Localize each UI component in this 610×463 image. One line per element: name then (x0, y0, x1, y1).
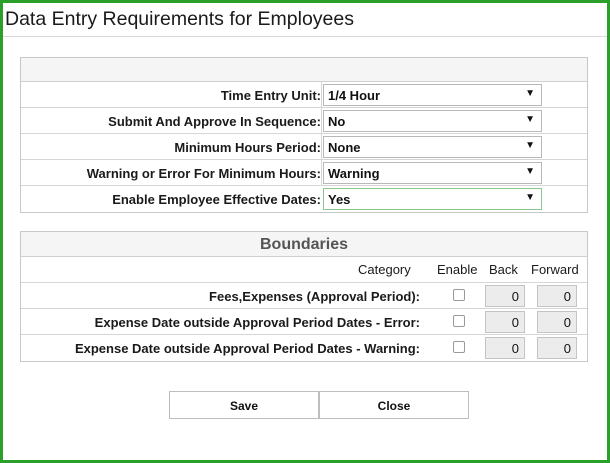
back-input[interactable]: 0 (485, 311, 525, 333)
column-divider (321, 160, 322, 185)
time-entry-unit-select[interactable]: 1/4 Hour ▼ (323, 84, 542, 106)
back-input[interactable]: 0 (485, 285, 525, 307)
effective-dates-label: Enable Employee Effective Dates: (112, 192, 321, 207)
save-button[interactable]: Save (169, 391, 319, 419)
back-input[interactable]: 0 (485, 337, 525, 359)
close-button[interactable]: Close (319, 391, 469, 419)
column-divider (321, 134, 322, 159)
time-entry-unit-label: Time Entry Unit: (220, 88, 321, 103)
boundaries-title: Boundaries (21, 232, 587, 257)
forward-input[interactable]: 0 (537, 311, 577, 333)
warning-error-label: Warning or Error For Minimum Hours: (86, 166, 321, 181)
chevron-down-icon: ▼ (525, 166, 535, 177)
chevron-down-icon: ▼ (525, 114, 535, 125)
submit-approve-value: No (328, 114, 346, 129)
chevron-down-icon: ▼ (525, 88, 535, 99)
forward-header: Forward (531, 262, 579, 277)
forward-input[interactable]: 0 (537, 337, 577, 359)
boundary-label: Expense Date outside Approval Period Dat… (74, 341, 420, 356)
enable-checkbox[interactable] (453, 315, 465, 327)
effective-dates-select[interactable]: Yes ▼ (323, 188, 542, 210)
enable-checkbox[interactable] (453, 289, 465, 301)
minimum-hours-period-value: None (328, 140, 361, 155)
submit-approve-select[interactable]: No ▼ (323, 110, 542, 132)
settings-row-minimum-hours-period: Minimum Hours Period: None ▼ (21, 134, 587, 160)
settings-row-warning-error: Warning or Error For Minimum Hours: Warn… (21, 160, 587, 186)
title-divider (3, 36, 607, 37)
boundary-label: Expense Date outside Approval Period Dat… (94, 315, 420, 330)
boundaries-panel: Boundaries Category Enable Back Forward … (20, 231, 588, 362)
boundaries-header-row: Category Enable Back Forward (21, 257, 587, 283)
boundary-row-expense-error: Expense Date outside Approval Period Dat… (21, 309, 587, 335)
dialog-title: Data Entry Requirements for Employees (5, 8, 354, 30)
column-divider (321, 82, 322, 107)
enable-checkbox[interactable] (453, 341, 465, 353)
time-entry-unit-value: 1/4 Hour (328, 88, 381, 103)
boundary-row-fees-expenses: Fees,Expenses (Approval Period): 0 0 (21, 283, 587, 309)
back-header: Back (489, 262, 518, 277)
boundary-row-expense-warning: Expense Date outside Approval Period Dat… (21, 335, 587, 361)
settings-panel-header (21, 58, 587, 82)
warning-error-select[interactable]: Warning ▼ (323, 162, 542, 184)
chevron-down-icon: ▼ (525, 192, 535, 203)
minimum-hours-period-select[interactable]: None ▼ (323, 136, 542, 158)
settings-row-submit-approve: Submit And Approve In Sequence: No ▼ (21, 108, 587, 134)
column-divider (321, 108, 322, 133)
boundary-label: Fees,Expenses (Approval Period): (209, 289, 420, 304)
forward-input[interactable]: 0 (537, 285, 577, 307)
settings-row-time-entry-unit: Time Entry Unit: 1/4 Hour ▼ (21, 82, 587, 108)
submit-approve-label: Submit And Approve In Sequence: (108, 114, 321, 129)
settings-row-effective-dates: Enable Employee Effective Dates: Yes ▼ (21, 186, 587, 212)
chevron-down-icon: ▼ (525, 140, 535, 151)
warning-error-value: Warning (328, 166, 380, 181)
category-header: Category (358, 262, 411, 277)
minimum-hours-period-label: Minimum Hours Period: (174, 140, 321, 155)
settings-panel: Time Entry Unit: 1/4 Hour ▼ Submit And A… (20, 57, 588, 213)
effective-dates-value: Yes (328, 192, 351, 207)
enable-header: Enable (437, 262, 478, 277)
